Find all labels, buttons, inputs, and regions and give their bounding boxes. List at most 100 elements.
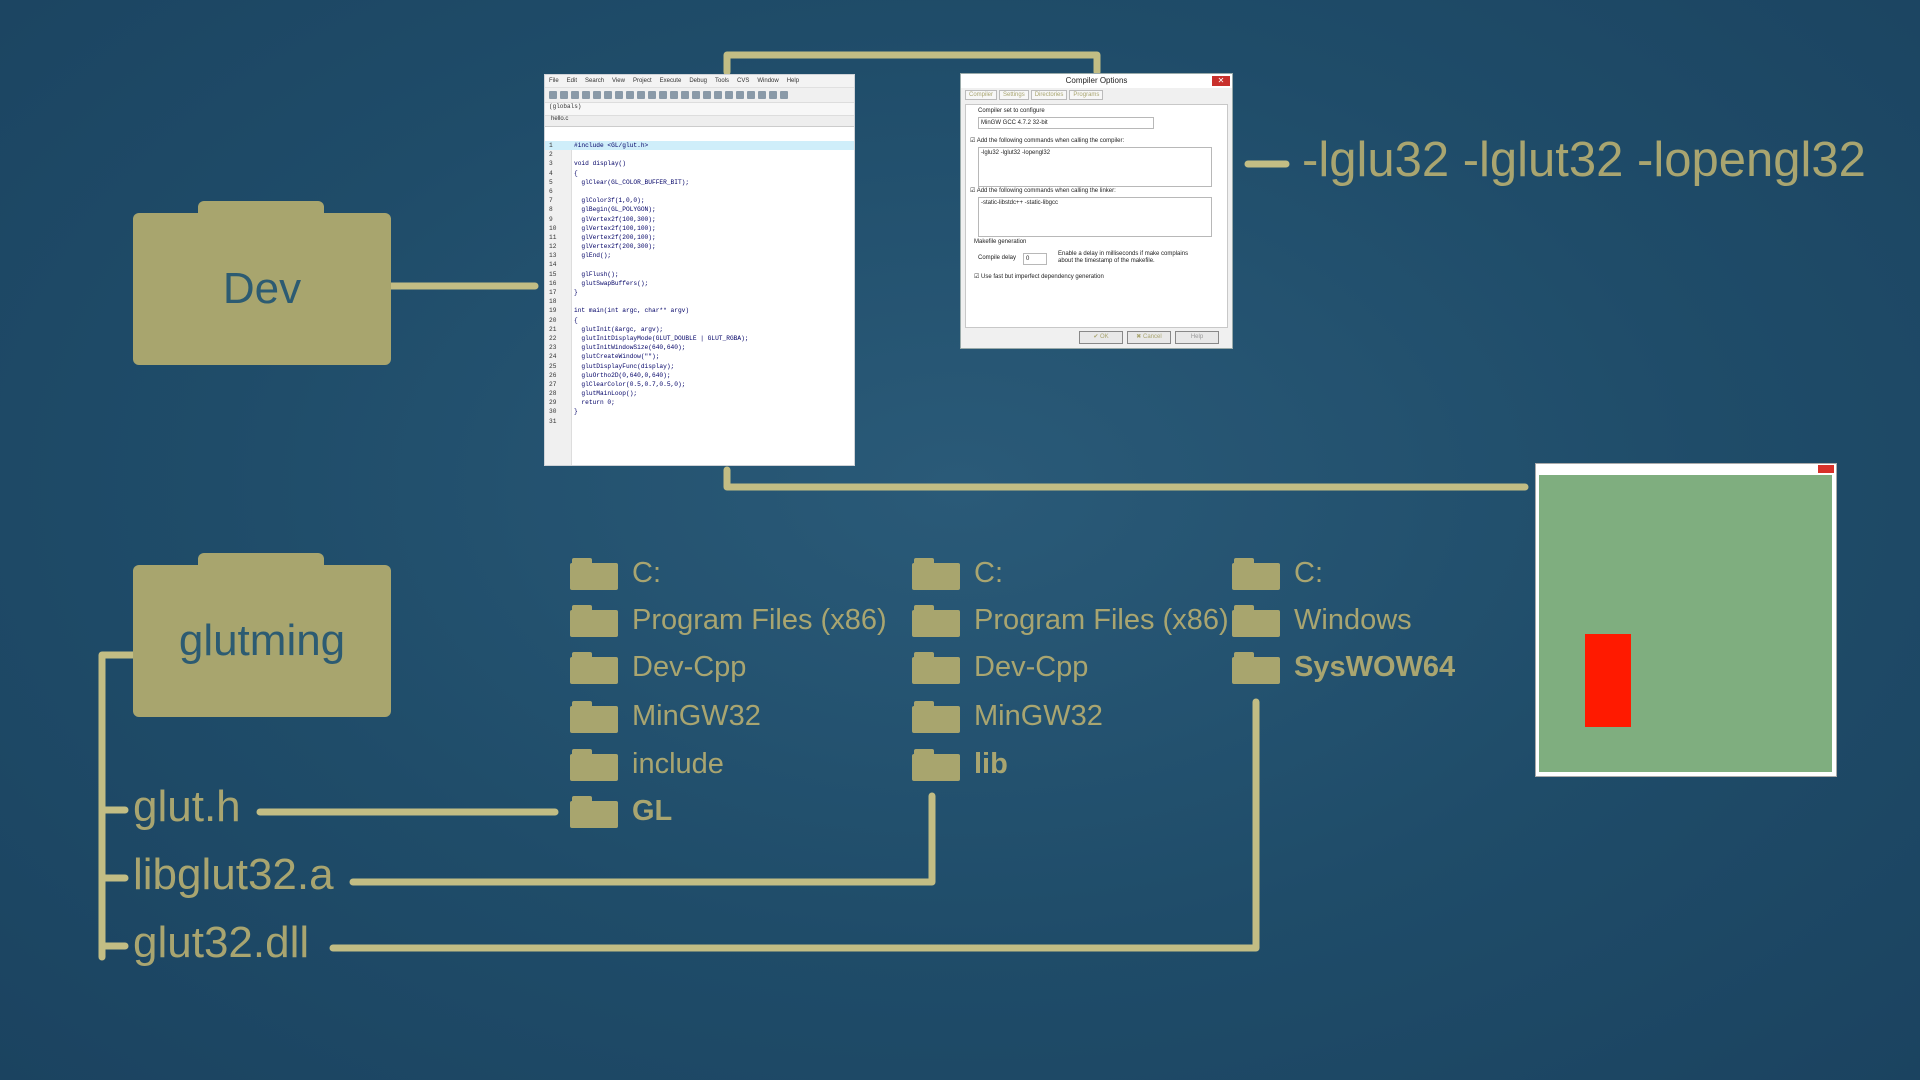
code-line: 30} [549,408,578,416]
path-item: C: [1232,553,1323,593]
gl-window-titlebar [1536,464,1836,474]
code-line: 26 gluOrtho2D(0,640,0,640); [549,371,671,379]
path-item: Dev-Cpp [912,647,1088,687]
ide-menu-item: View [612,78,625,84]
ide-toolbar [545,88,854,103]
path-item: Program Files (x86) [912,600,1229,640]
path-item-syswow64: SysWOW64 [1232,647,1455,687]
fast-dep-label: ☑ Use fast but imperfect dependency gene… [974,274,1104,280]
makefile-label: Makefile generation [974,239,1027,245]
folder-icon [570,794,618,828]
ide-menu-item: Debug [689,78,707,84]
ide-menu-item: CVS [737,78,750,84]
folder-icon [912,603,960,637]
code-line: 13 glEnd(); [549,252,612,260]
code-line: 3 void display() [549,160,626,168]
linker-flags-text: -lglu32 -lglut32 -lopengl32 [1302,133,1866,187]
dialog-title: Compiler Options ✕ [961,74,1232,88]
ide-menu-item: Search [585,78,605,84]
code-line: 18 [549,298,557,306]
ide-file-tab: hello.c [545,116,854,127]
ide-screenshot: File Edit Search View Project Execute Debug Too… [545,75,854,465]
folder-dev-label: Dev [222,264,302,313]
code-line: 16 glutSwapBuffers(); [549,279,649,287]
ide-menu-item: Tools [715,78,730,84]
cancel-button: ✖ Cancel [1127,331,1171,344]
path-item: C: [570,553,661,593]
tab-directories: Directories [1030,90,1068,100]
code-line: 12 glVertex2f(200,300); [549,243,656,251]
connector-dll [329,698,1260,952]
code-line: 20{ [549,316,578,324]
path-item: Dev-Cpp [570,647,746,687]
code-line: 10 glVertex2f(100,100); [549,224,656,232]
folder-icon [1232,556,1280,590]
compiler-options-dialog: Compiler Options ✕ Compiler Settings Dir… [961,74,1232,348]
code-line: 27 glClearColor(0.5,0.7,0.5,0); [549,380,686,388]
code-line: 21 glutInit(&argc, argv); [549,325,664,333]
path-item: MinGW32 [912,696,1103,736]
ide-menu-item: File [549,78,559,84]
path-item: C: [912,553,1003,593]
code-line: 14 [549,261,557,269]
folder-icon [912,650,960,684]
folder-icon [1232,650,1280,684]
dialog-tabs: Compiler Settings Directories Programs [961,88,1232,100]
code-line: 9 glVertex2f(100,300); [549,215,656,223]
compiler-set-label: Compiler set to configure [978,108,1045,114]
linker-cmd-box: -static-libstdc++ -static-libgcc [978,197,1212,237]
file-libglut32-a: libglut32.a [133,850,334,899]
code-line: 31 [549,417,557,425]
dialog-panel: Compiler set to configure MinGW GCC 4.7.… [965,104,1228,328]
code-line: 19 int main(int argc, char** argv) [549,307,690,315]
code-line: 6 [549,187,553,195]
folder-icon [570,650,618,684]
connector-ide-glwindow [723,466,1529,491]
close-icon [1818,465,1834,473]
compiler-cmd-label: ☑ Add the following commands when callin… [970,138,1125,144]
folder-glutming-label: glutming [178,616,346,665]
ide-scope-combo: (globals) [545,103,854,116]
folder-icon [570,699,618,733]
tab-compiler: Compiler [965,90,998,100]
folder-icon [1232,603,1280,637]
code-line: 1 #include <GL/glut.h> [545,141,854,151]
tab-programs: Programs [1069,90,1104,100]
ok-button: ✔ OK [1079,331,1123,344]
gl-canvas [1539,475,1832,772]
compile-delay-label: Compile delay [978,255,1017,261]
code-line: 23 glutInitWindowSize(640,640); [549,344,686,352]
close-icon: ✕ [1212,76,1230,86]
code-line: 5 glClear(GL_COLOR_BUFFER_BIT); [549,178,690,186]
ide-menubar: File Edit Search View Project Execute Debug Too… [545,75,854,88]
code-line: 22 glutInitDisplayMode(GLUT_DOUBLE | GLU… [549,334,749,342]
code-line: 4{ [549,169,578,177]
compiler-cmd-box: -lglu32 -lglut32 -lopengl32 [978,147,1212,187]
file-glut32-dll: glut32.dll [133,918,310,967]
folder-icon [570,747,618,781]
path-item-lib: lib [912,744,1008,784]
compile-delay-input: 0 [1023,253,1047,265]
folder-icon [912,556,960,590]
delay-note: Enable a delay in milliseconds if make c… [1058,251,1189,264]
path-item: MinGW32 [570,696,761,736]
code-line: 11 glVertex2f(200,100); [549,233,656,241]
tab-settings: Settings [999,90,1029,100]
folder-icon [912,699,960,733]
code-line: 24 glutCreateWindow(""); [549,353,660,361]
code-line: 29 return 0; [549,399,615,407]
code-line: 25 glutDisplayFunc(display); [549,362,675,370]
help-button: Help [1175,331,1219,344]
code-line: 28 glutMainLoop(); [549,390,638,398]
linker-cmd-label: ☑ Add the following commands when callin… [970,188,1116,194]
folder-dev: Dev [133,201,391,391]
folder-icon [912,747,960,781]
folder-icon [570,556,618,590]
red-rectangle [1585,634,1631,727]
file-glut-h: glut.h [133,782,241,831]
code-line: 7 glColor3f(1,0,0); [549,197,645,205]
connector-ide-dialog [723,51,1101,76]
ide-code-editor: 1 #include <GL/glut.h> 2 3 void display() 4{5… [545,141,854,465]
path-item: include [570,744,724,784]
code-line: 8 glBegin(GL_POLYGON); [549,206,656,214]
